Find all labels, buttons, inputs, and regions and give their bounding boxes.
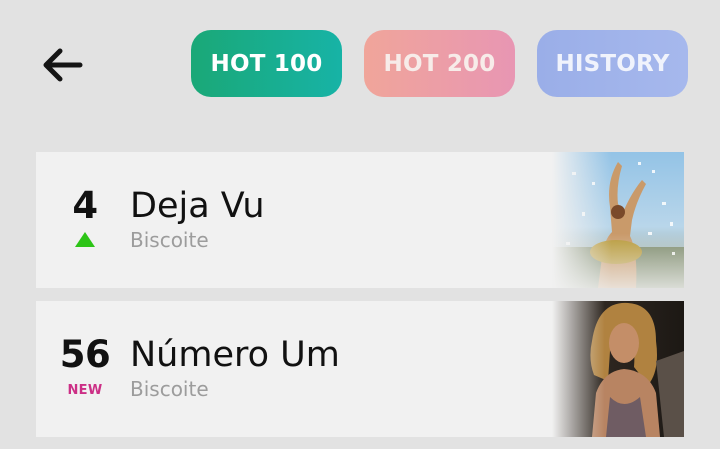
trend-up-icon [75,232,95,247]
chart-entry-row[interactable]: 4 Deja Vu Biscoite [36,152,684,288]
rank-number: 56 [59,333,111,376]
tab-history[interactable]: HISTORY [537,30,688,97]
new-entry-badge: NEW [67,383,103,398]
tab-history-label: HISTORY [555,50,670,77]
rank-column: 4 [52,152,118,288]
artist-name: Biscoite [130,377,209,401]
album-cover-image [552,301,684,437]
rank-number: 4 [72,184,98,227]
chart-entry-row[interactable]: 56 NEW Número Um Biscoite [36,301,684,437]
album-cover-image [552,152,684,288]
tab-hot-100-label: HOT 100 [210,50,323,77]
tab-hot-100[interactable]: HOT 100 [191,30,342,97]
arrow-left-icon [43,48,83,82]
tab-hot-200-label: HOT 200 [383,50,496,77]
tab-hot-200[interactable]: HOT 200 [364,30,515,97]
song-title: Deja Vu [130,186,265,226]
back-button[interactable] [34,40,88,90]
song-title: Número Um [130,335,340,375]
rank-column: 56 NEW [52,301,118,437]
artist-name: Biscoite [130,228,209,252]
